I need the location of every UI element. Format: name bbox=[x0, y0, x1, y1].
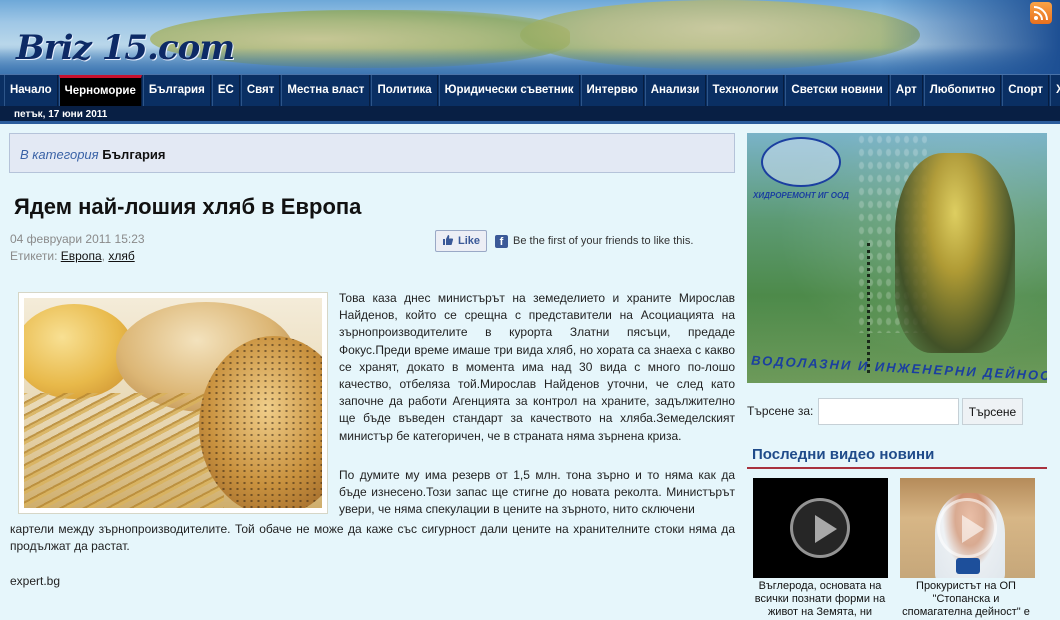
video-news-title: Последни видео новини bbox=[752, 446, 935, 463]
ad-diver bbox=[895, 153, 1015, 353]
article-image bbox=[18, 292, 328, 514]
current-date: петък, 17 юни 2011 bbox=[14, 109, 108, 120]
video-caption[interactable]: Прокуристът на ОП "Стопанска и спомагате… bbox=[896, 580, 1036, 620]
category-link[interactable]: България bbox=[102, 147, 165, 162]
tag-link[interactable]: Европа bbox=[61, 249, 102, 263]
nav-item-society-news[interactable]: Светски новини bbox=[785, 75, 889, 106]
wheat-shape bbox=[24, 393, 224, 508]
nav-item-sport[interactable]: Спорт bbox=[1002, 75, 1049, 106]
microphone-shape bbox=[956, 558, 980, 574]
play-icon bbox=[937, 498, 997, 558]
nav-item-art[interactable]: Арт bbox=[889, 75, 923, 106]
article-source: expert.bg bbox=[10, 574, 61, 588]
nav-item-legal-advisor[interactable]: Юридически съветник bbox=[438, 75, 580, 106]
ad-chain bbox=[867, 243, 871, 373]
nav-item-home[interactable]: Начало bbox=[4, 75, 58, 106]
nav-item-interview[interactable]: Интервю bbox=[580, 75, 644, 106]
nav-item-bulgaria[interactable]: България bbox=[142, 75, 211, 106]
video-thumbnail[interactable] bbox=[900, 478, 1035, 578]
facebook-like-button[interactable]: Like bbox=[435, 230, 488, 252]
article-tags: Етикети: Европа, хляб bbox=[10, 249, 135, 263]
bread-photo bbox=[24, 298, 322, 508]
thumbs-up-icon bbox=[442, 234, 454, 249]
tag-link[interactable]: хляб bbox=[108, 249, 134, 263]
video-caption[interactable]: Въглерода, основата на всички познати фо… bbox=[750, 580, 890, 619]
category-box: В категория България bbox=[9, 133, 735, 173]
site-header: Briz 15.com bbox=[0, 0, 1060, 74]
video-news-heading: Последни видео новини bbox=[747, 441, 1047, 469]
like-label: Like bbox=[458, 235, 481, 247]
facebook-like-widget: Like f Be the first of your friends to l… bbox=[435, 230, 693, 252]
facebook-social-text: Be the first of your friends to like thi… bbox=[513, 235, 694, 247]
nav-item-humor[interactable]: Хумор bbox=[1049, 75, 1060, 106]
nav-item-chernomorie[interactable]: Черноморие bbox=[58, 75, 142, 106]
category-label: В категория България bbox=[20, 147, 165, 162]
article-title: Ядем най-лошия хляб в Европа bbox=[14, 194, 362, 219]
facebook-icon: f bbox=[495, 234, 509, 248]
nav-item-technology[interactable]: Технологии bbox=[706, 75, 785, 106]
nav-item-analyses[interactable]: Анализи bbox=[644, 75, 706, 106]
article-paragraph: картели между зърнопроизводителите. Той … bbox=[10, 522, 735, 554]
date-bar: петък, 17 юни 2011 bbox=[0, 106, 1060, 124]
search-label: Търсене за: bbox=[747, 404, 814, 418]
play-icon bbox=[790, 498, 850, 558]
rss-icon[interactable] bbox=[1030, 2, 1052, 24]
article-date: 04 февруари 2011 15:23 bbox=[10, 232, 145, 246]
ad-company-logo bbox=[761, 137, 841, 187]
nav-item-world[interactable]: Свят bbox=[240, 75, 281, 106]
search-button[interactable]: Търсене bbox=[962, 398, 1023, 425]
main-nav: Начало Черноморие България ЕС Свят Местн… bbox=[0, 74, 1060, 106]
nav-item-eu[interactable]: ЕС bbox=[211, 75, 240, 106]
sidebar-banner-ad[interactable]: ХИДРОРЕМОНТ ИГ ООД ВОДОЛАЗНИ И ИНЖЕНЕРНИ… bbox=[747, 133, 1047, 383]
video-thumbnail[interactable] bbox=[753, 478, 888, 578]
ad-company-name: ХИДРОРЕМОНТ ИГ ООД bbox=[753, 191, 849, 200]
tags-label: Етикети: bbox=[10, 249, 58, 263]
article-paragraph: Това каза днес министърът на земеделието… bbox=[339, 291, 735, 443]
nav-item-curious[interactable]: Любопитно bbox=[923, 75, 1002, 106]
category-prefix: В категория bbox=[20, 147, 99, 162]
nav-item-politics[interactable]: Политика bbox=[371, 75, 438, 106]
nav-item-local-government[interactable]: Местна власт bbox=[281, 75, 371, 106]
site-logo[interactable]: Briz 15.com bbox=[16, 28, 235, 68]
search-input[interactable] bbox=[818, 398, 959, 425]
article-paragraph: По думите му има резерв от 1,5 млн. тона… bbox=[339, 468, 735, 517]
